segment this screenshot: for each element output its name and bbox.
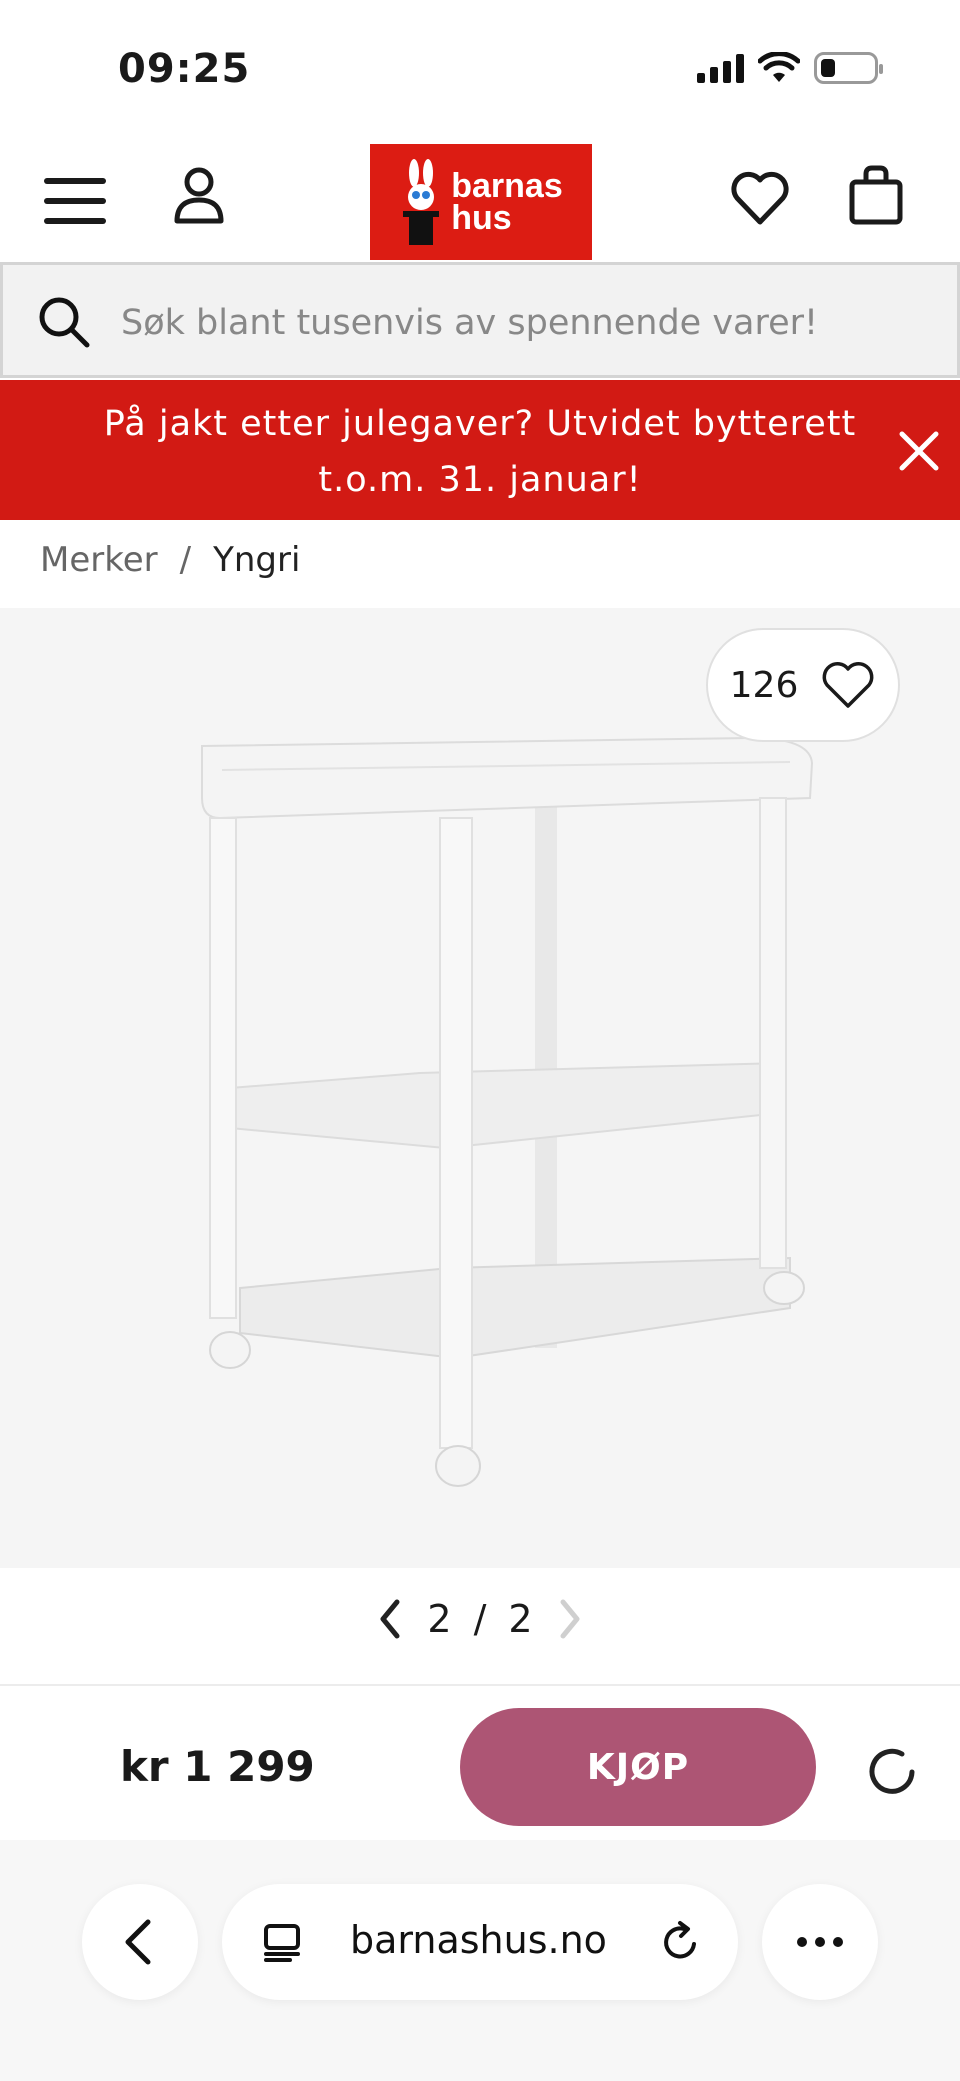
menu-icon[interactable] [44,178,106,224]
battery-icon [814,52,883,84]
status-icons [697,52,883,84]
buy-bar: kr 1 299 KJØP [0,1684,960,1840]
url-text: barnashus.no [350,1918,607,1962]
gallery-pager: 2 / 2 [0,1590,960,1648]
status-bar: 09:25 [0,0,960,130]
page: 09:25 barnas hus Søk blant tusenvis av s… [0,0,960,2081]
more-dot [815,1937,825,1947]
breadcrumb-item-merker[interactable]: Merker [40,540,158,580]
more-dot [797,1937,807,1947]
gallery-total: 2 [508,1597,533,1641]
product-image [201,736,814,1487]
heart-icon [822,662,874,708]
product-price: kr 1 299 [120,1742,315,1791]
brand-logo[interactable]: barnas hus [370,144,592,260]
banner-text: På jakt etter julegaver? Utvidet byttere… [103,404,857,500]
browser-back-button[interactable] [82,1884,198,2000]
promo-banner: På jakt etter julegaver? Utvidet byttere… [0,380,960,520]
search-input[interactable] [121,295,941,351]
close-icon[interactable] [896,428,942,474]
wifi-icon [758,52,800,82]
more-dot [833,1937,843,1947]
breadcrumb: Merker / Yngri [40,540,300,580]
gallery-current: 2 [427,1597,452,1641]
loading-spinner-icon [869,1748,915,1794]
more-options-button[interactable] [762,1884,878,2000]
shopping-bag-icon[interactable] [848,164,904,226]
user-icon[interactable] [172,166,226,226]
search-icon[interactable] [37,295,91,349]
chevron-left-icon [125,1919,151,1965]
site-header: barnas hus [0,130,960,260]
logo-text: barnas hus [451,167,563,237]
wishlist-heart-icon[interactable] [730,170,790,226]
search-bar [0,262,960,378]
chevron-left-icon[interactable] [375,1596,405,1642]
browser-toolbar: barnashus.no [0,1840,960,2081]
signal-icon [697,53,744,83]
rabbit-hat-icon [403,159,440,245]
favorite-button[interactable]: 126 [706,628,900,742]
reload-icon[interactable] [658,1920,702,1964]
breadcrumb-separator: / [179,540,192,580]
product-gallery[interactable] [0,608,960,1568]
favorite-count: 126 [729,664,799,706]
breadcrumb-item-yngri[interactable]: Yngri [213,540,300,580]
page-menu-icon[interactable] [260,1920,304,1964]
status-time: 09:25 [118,46,251,92]
buy-button[interactable]: KJØP [460,1708,816,1826]
gallery-separator: / [473,1597,487,1641]
chevron-right-icon[interactable] [555,1596,585,1642]
address-bar[interactable]: barnashus.no [222,1884,738,2000]
